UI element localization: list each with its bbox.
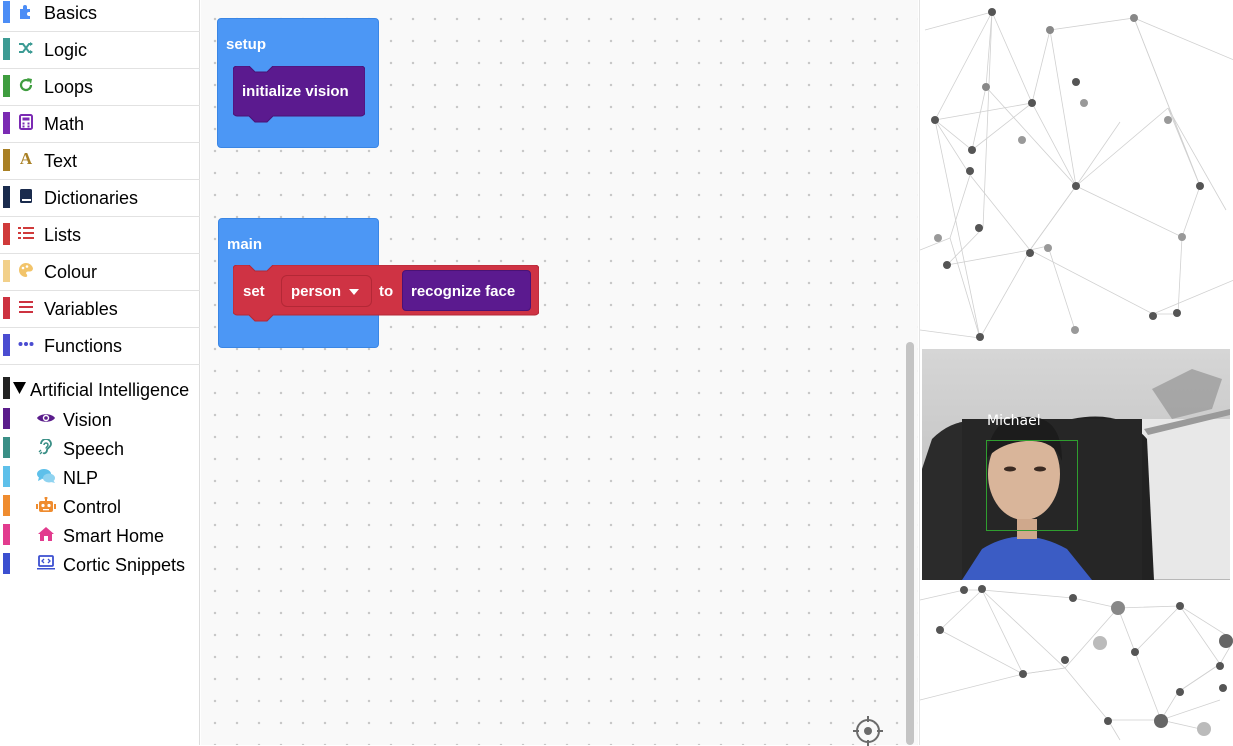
category-color-bar bbox=[3, 495, 10, 516]
eye-icon bbox=[36, 409, 56, 427]
expanded-triangle-icon bbox=[13, 382, 26, 394]
category-basics[interactable]: Basics bbox=[0, 0, 200, 32]
category-label: Variables bbox=[44, 299, 118, 319]
category-loops[interactable]: Loops bbox=[0, 69, 200, 106]
category-label: Vision bbox=[63, 410, 112, 430]
category-color-bar bbox=[3, 466, 10, 487]
home-icon bbox=[36, 525, 56, 543]
category-color-bar bbox=[3, 260, 10, 282]
category-colour[interactable]: Colour bbox=[0, 254, 200, 291]
category-color-bar bbox=[3, 334, 10, 356]
category-color-bar bbox=[3, 223, 10, 245]
category-speech[interactable]: Speech bbox=[0, 433, 200, 462]
category-lists[interactable]: Lists bbox=[0, 217, 200, 254]
category-color-bar bbox=[3, 1, 10, 23]
toolbox-sidebar: Basics Logic Loops Math A Text Dictionar… bbox=[0, 0, 200, 745]
variable-name: person bbox=[291, 283, 342, 300]
chat-icon bbox=[36, 467, 56, 485]
category-color-bar bbox=[3, 553, 10, 574]
set-label: set bbox=[243, 283, 265, 300]
category-variables[interactable]: Variables bbox=[0, 291, 200, 328]
category-label: Dictionaries bbox=[44, 188, 139, 208]
blockly-workspace[interactable]: setup initialize vision main set person … bbox=[201, 0, 918, 745]
category-label: Cortic Snippets bbox=[63, 555, 186, 575]
category-math[interactable]: Math bbox=[0, 106, 200, 143]
category-label: Logic bbox=[44, 40, 88, 60]
category-label: Smart Home bbox=[63, 526, 165, 546]
category-label: Colour bbox=[44, 262, 98, 282]
category-cortic-snippets[interactable]: Cortic Snippets bbox=[0, 549, 200, 578]
ear-icon bbox=[36, 438, 56, 456]
category-label: Text bbox=[44, 151, 78, 171]
category-color-bar bbox=[3, 408, 10, 429]
camera-video-feed: Michael bbox=[922, 349, 1230, 580]
chevron-down-icon bbox=[349, 289, 359, 295]
dots-icon bbox=[17, 335, 35, 353]
category-control[interactable]: Control bbox=[0, 491, 200, 520]
category-functions[interactable]: Functions bbox=[0, 328, 200, 365]
laptop-code-icon bbox=[36, 554, 56, 572]
category-label: NLP bbox=[63, 468, 99, 488]
workspace-scrollbar[interactable] bbox=[906, 342, 914, 745]
category-label: Math bbox=[44, 114, 85, 134]
calculator-icon bbox=[17, 113, 35, 131]
to-label: to bbox=[379, 283, 394, 300]
category-logic[interactable]: Logic bbox=[0, 32, 200, 69]
category-color-bar bbox=[3, 377, 10, 399]
robot-icon bbox=[36, 496, 56, 514]
variables-icon bbox=[17, 298, 35, 316]
category-color-bar bbox=[3, 112, 10, 134]
category-label: Speech bbox=[63, 439, 125, 459]
face-detection-box bbox=[986, 440, 1078, 531]
category-text[interactable]: A Text bbox=[0, 143, 200, 180]
puzzle-icon bbox=[17, 2, 35, 20]
recognize-face-label: recognize face bbox=[411, 283, 516, 300]
list-icon bbox=[17, 224, 35, 242]
recognize-face-block[interactable]: recognize face bbox=[402, 270, 531, 311]
initialize-vision-label: initialize vision bbox=[242, 83, 349, 100]
category-nlp[interactable]: NLP bbox=[0, 462, 200, 491]
category-label: Functions bbox=[44, 336, 123, 356]
loop-icon bbox=[17, 76, 35, 94]
category-label: Control bbox=[63, 497, 122, 517]
category-color-bar bbox=[3, 437, 10, 458]
category-vision[interactable]: Vision bbox=[0, 404, 200, 433]
category-dictionaries[interactable]: Dictionaries bbox=[0, 180, 200, 217]
category-color-bar bbox=[3, 149, 10, 171]
main-block-label: main bbox=[227, 236, 263, 253]
setup-block-label: setup bbox=[226, 36, 267, 53]
category-color-bar bbox=[3, 524, 10, 545]
variable-dropdown[interactable]: person bbox=[281, 275, 372, 307]
category-label: Lists bbox=[44, 225, 82, 245]
text-a-icon: A bbox=[19, 149, 33, 168]
recenter-target-icon[interactable] bbox=[853, 716, 883, 746]
category-smart-home[interactable]: Smart Home bbox=[0, 520, 200, 549]
category-color-bar bbox=[3, 38, 10, 60]
category-color-bar bbox=[3, 75, 10, 97]
category-color-bar bbox=[3, 297, 10, 319]
category-label: Basics bbox=[44, 3, 98, 23]
category-color-bar bbox=[3, 186, 10, 208]
category-artificial-intelligence[interactable]: Artificial Intelligence bbox=[0, 374, 200, 404]
category-label: Artificial Intelligence bbox=[30, 380, 190, 400]
palette-icon bbox=[17, 261, 35, 279]
book-icon bbox=[17, 187, 35, 205]
face-name-label: Michael bbox=[987, 413, 1041, 429]
category-label: Loops bbox=[44, 77, 94, 97]
shuffle-icon bbox=[17, 39, 35, 57]
